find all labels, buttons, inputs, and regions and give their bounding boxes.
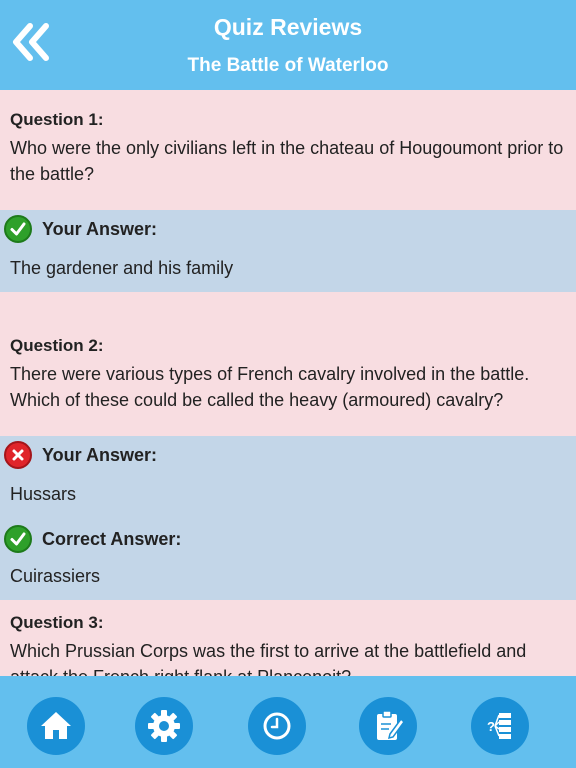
settings-button[interactable] xyxy=(135,697,193,755)
cross-icon xyxy=(4,441,32,469)
history-button[interactable] xyxy=(248,697,306,755)
correct-answer-text: Cuirassiers xyxy=(10,566,101,586)
answer-block: Your Answer: The gardener and his family xyxy=(0,210,576,292)
header-bar: Quiz Reviews The Battle of Waterloo xyxy=(0,0,576,90)
notes-button[interactable] xyxy=(359,697,417,755)
svg-text:?: ? xyxy=(487,719,495,734)
question-block: Question 2: There were various types of … xyxy=(0,292,576,436)
question-text: There were various types of French caval… xyxy=(10,364,530,410)
edit-note-icon xyxy=(377,710,405,740)
your-answer-row: Your Answer: xyxy=(4,437,566,473)
your-answer-label: Your Answer: xyxy=(42,218,158,239)
home-button[interactable] xyxy=(27,697,85,755)
question-label: Question 2: xyxy=(10,336,104,355)
question-text: Which Prussian Corps was the first to ar… xyxy=(10,641,527,676)
question-block: Question 3: Which Prussian Corps was the… xyxy=(0,600,576,676)
quiz-list-icon: ? xyxy=(487,713,511,739)
question-label: Question 1: xyxy=(10,110,104,129)
quiz-subtitle: The Battle of Waterloo xyxy=(187,55,389,76)
home-icon xyxy=(41,712,71,739)
bottom-nav-bar: ? xyxy=(0,676,576,768)
quiz-list-button[interactable]: ? xyxy=(471,697,529,755)
checkmark-icon xyxy=(4,525,32,553)
page-title: Quiz Reviews xyxy=(213,14,363,40)
correct-answer-label: Correct Answer: xyxy=(42,528,182,549)
gear-icon xyxy=(148,710,180,742)
question-block: Question 1: Who were the only civilians … xyxy=(0,90,576,210)
review-list[interactable]: Question 1: Who were the only civilians … xyxy=(0,90,576,676)
your-answer-text: The gardener and his family xyxy=(10,258,234,278)
clock-icon xyxy=(263,712,291,740)
question-text: Who were the only civilians left in the … xyxy=(10,138,564,184)
checkmark-icon xyxy=(4,215,32,243)
correct-answer-row: Correct Answer: xyxy=(4,521,566,557)
your-answer-row: Your Answer: xyxy=(4,211,566,247)
your-answer-label: Your Answer: xyxy=(42,444,158,465)
your-answer-text: Hussars xyxy=(10,484,77,504)
answer-block: Your Answer: Hussars Correct Answer: Cui… xyxy=(0,436,576,600)
question-label: Question 3: xyxy=(10,613,104,632)
